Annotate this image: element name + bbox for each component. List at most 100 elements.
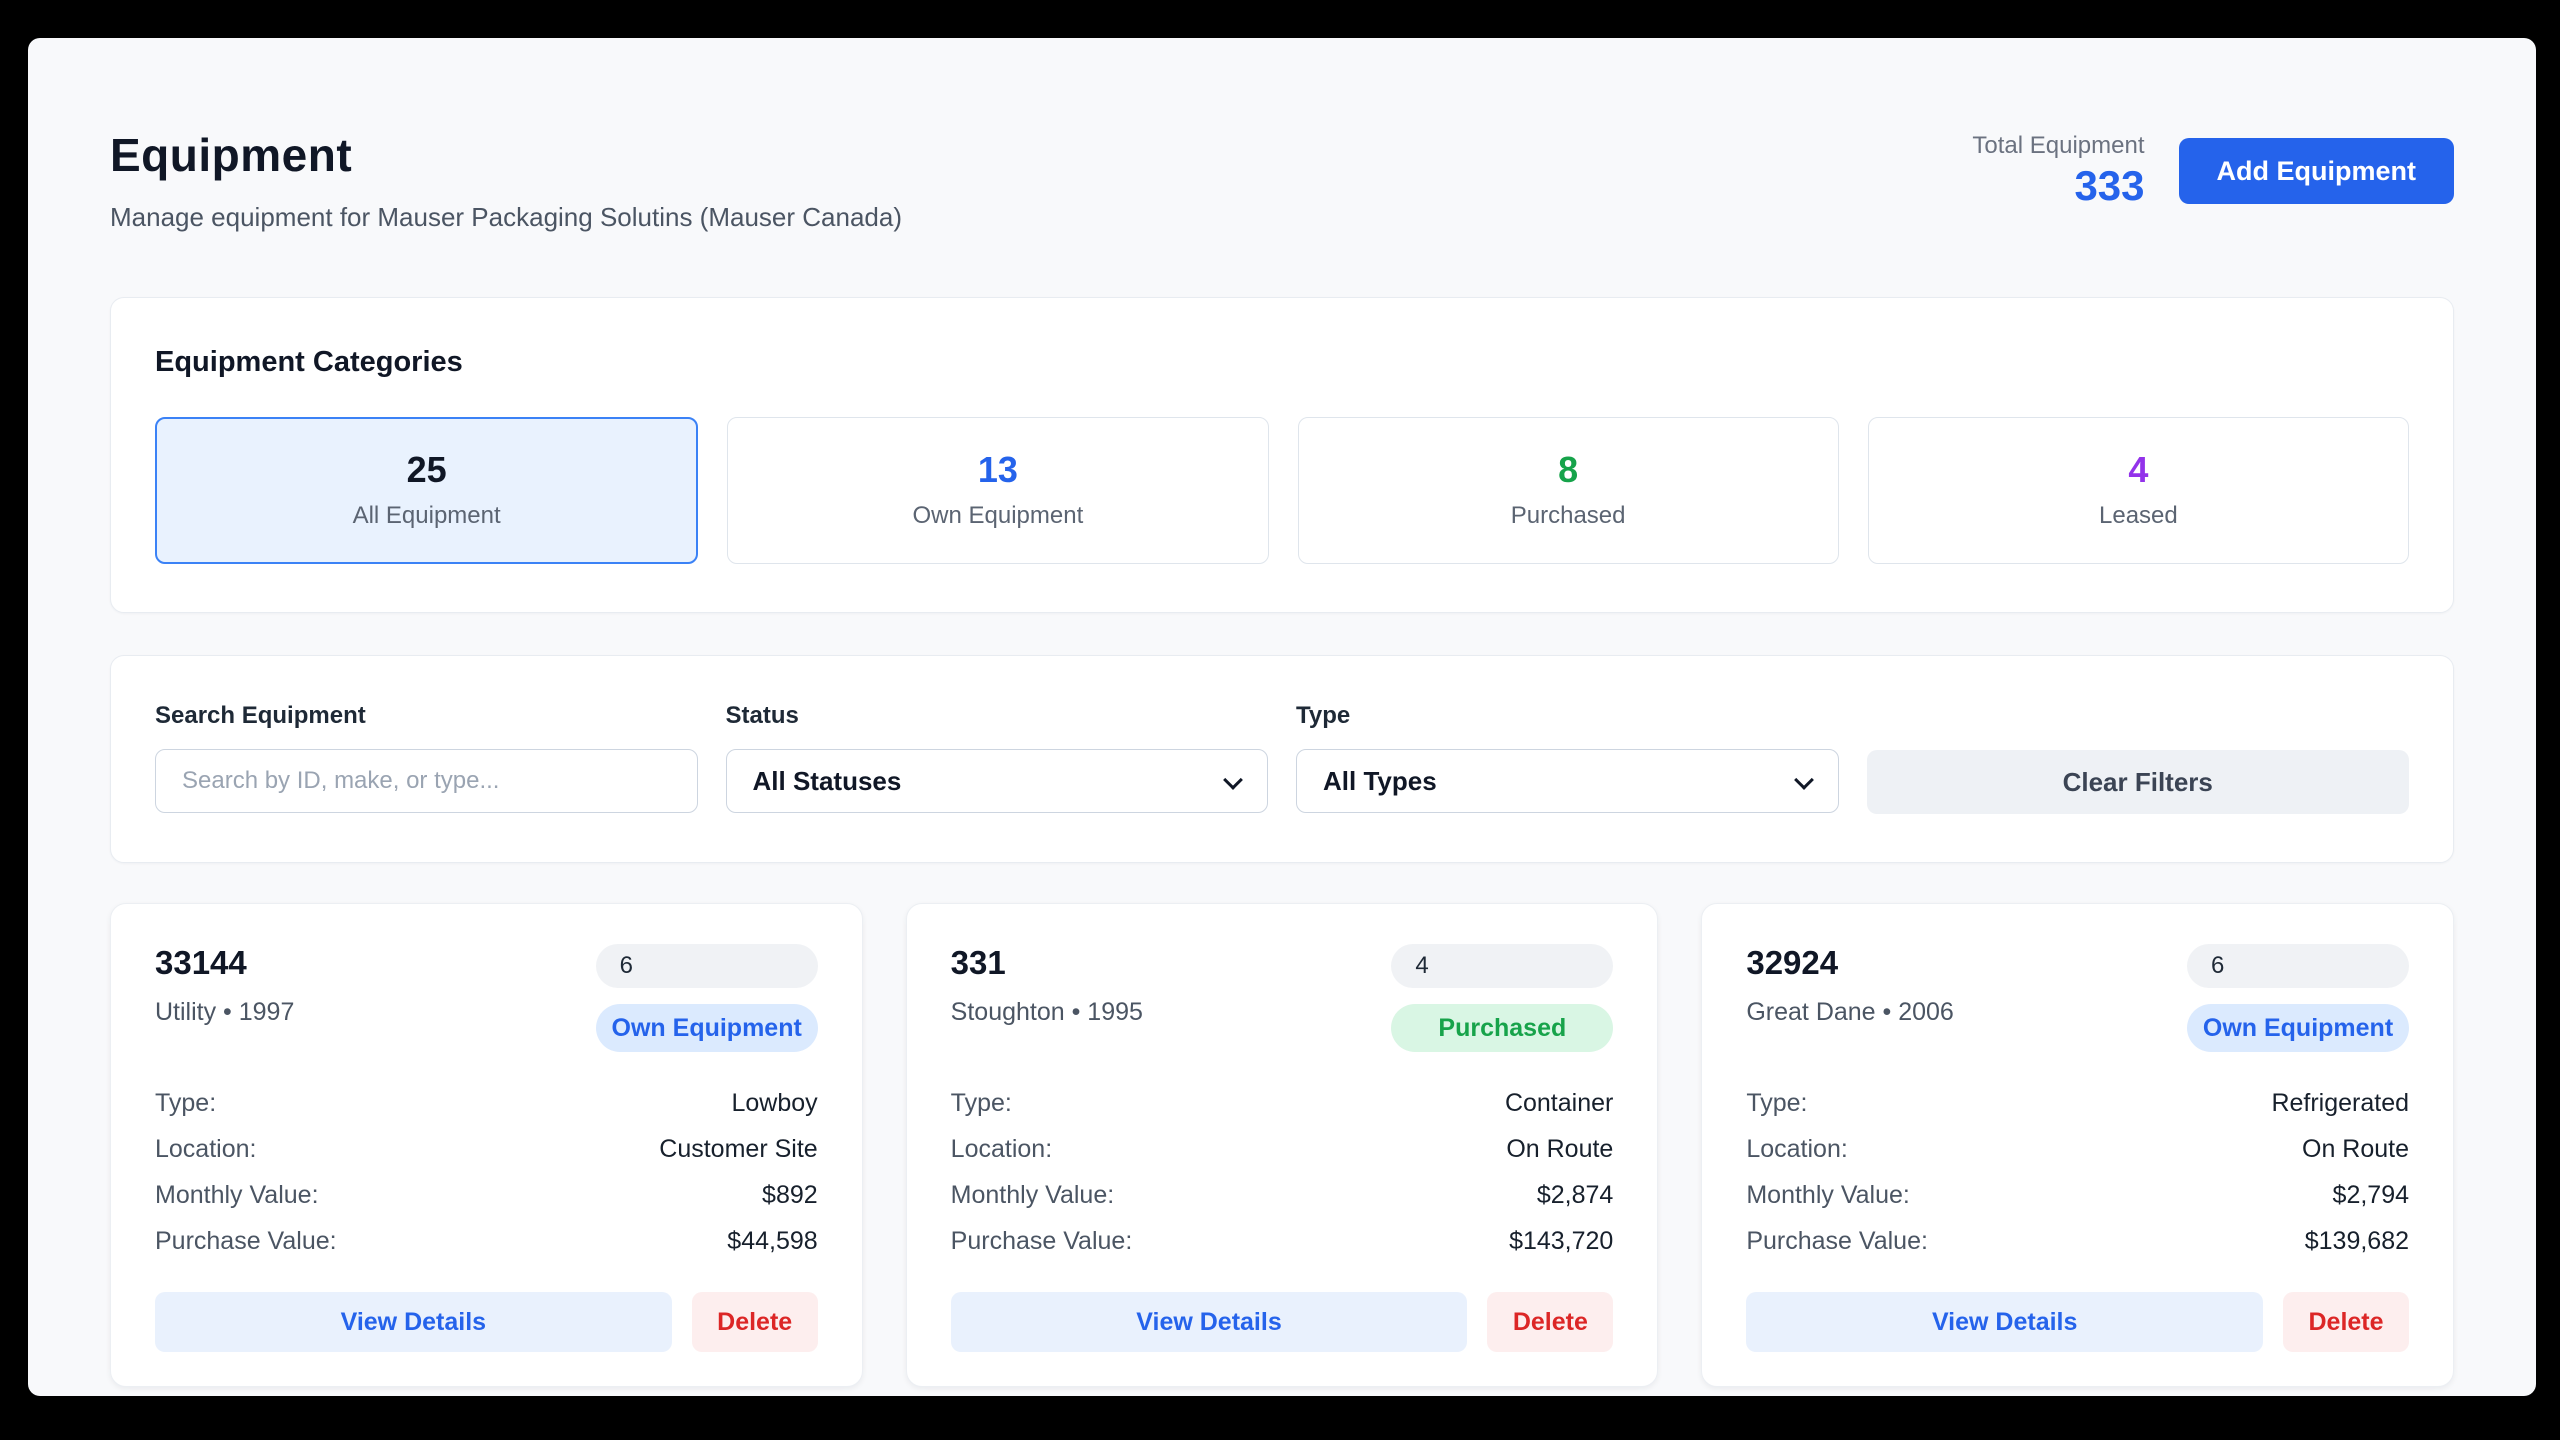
status-select-wrap: All Statuses	[726, 749, 1269, 813]
category-card-own-equipment[interactable]: 13 Own Equipment	[727, 417, 1268, 564]
equipment-card-header: 33144 Utility • 1997 6 Own Equipment	[155, 944, 818, 1052]
status-badge: Purchased	[1391, 1004, 1613, 1052]
detail-row-purchase-value: Purchase Value: $44,598	[155, 1226, 818, 1256]
detail-label: Monthly Value:	[155, 1180, 319, 1210]
view-details-button[interactable]: View Details	[1746, 1292, 2263, 1352]
page-header: Equipment Manage equipment for Mauser Pa…	[110, 128, 2454, 233]
category-label: Purchased	[1511, 502, 1626, 530]
type-select-wrap: All Types	[1296, 749, 1839, 813]
equipment-card: 33144 Utility • 1997 6 Own Equipment Typ…	[110, 903, 863, 1387]
delete-button[interactable]: Delete	[2283, 1292, 2409, 1352]
equipment-card-title-block: 331 Stoughton • 1995	[951, 944, 1143, 1052]
category-count: 25	[407, 452, 447, 488]
detail-value: $892	[762, 1180, 818, 1210]
detail-value: On Route	[1506, 1134, 1613, 1164]
detail-value: $2,794	[2333, 1180, 2409, 1210]
detail-value: Lowboy	[732, 1088, 818, 1118]
type-filter-column: Type All Types	[1296, 702, 1839, 814]
detail-label: Purchase Value:	[1746, 1226, 1928, 1256]
status-select[interactable]: All Statuses	[726, 749, 1269, 813]
category-count: 4	[2128, 452, 2148, 488]
equipment-categories-panel: Equipment Categories 25 All Equipment 13…	[110, 297, 2454, 613]
category-label: Own Equipment	[912, 502, 1083, 530]
page-title: Equipment	[110, 128, 902, 182]
page-subtitle: Manage equipment for Mauser Packaging So…	[110, 202, 902, 233]
delete-button[interactable]: Delete	[1487, 1292, 1613, 1352]
count-badge: 4	[1391, 944, 1613, 988]
category-card-all-equipment[interactable]: 25 All Equipment	[155, 417, 698, 564]
category-card-leased[interactable]: 4 Leased	[1868, 417, 2409, 564]
equipment-detail-rows: Type: Container Location: On Route Month…	[951, 1088, 1614, 1256]
view-details-button[interactable]: View Details	[155, 1292, 672, 1352]
detail-value: $2,874	[1537, 1180, 1613, 1210]
page-header-right: Total Equipment 333 Add Equipment	[1972, 132, 2454, 210]
status-badge: Own Equipment	[596, 1004, 818, 1052]
page-header-left: Equipment Manage equipment for Mauser Pa…	[110, 128, 902, 233]
category-count: 8	[1558, 452, 1578, 488]
equipment-badges: 6 Own Equipment	[2187, 944, 2409, 1052]
equipment-id: 331	[951, 944, 1143, 982]
detail-row-location: Location: On Route	[951, 1134, 1614, 1164]
detail-row-type: Type: Refrigerated	[1746, 1088, 2409, 1118]
detail-row-monthly-value: Monthly Value: $2,874	[951, 1180, 1614, 1210]
detail-value: Refrigerated	[2271, 1088, 2409, 1118]
equipment-card: 32924 Great Dane • 2006 6 Own Equipment …	[1701, 903, 2454, 1387]
detail-label: Location:	[951, 1134, 1052, 1164]
detail-label: Type:	[155, 1088, 216, 1118]
search-input[interactable]	[155, 749, 698, 813]
view-details-button[interactable]: View Details	[951, 1292, 1468, 1352]
category-card-purchased[interactable]: 8 Purchased	[1298, 417, 1839, 564]
detail-value: Customer Site	[659, 1134, 817, 1164]
detail-label: Purchase Value:	[951, 1226, 1133, 1256]
detail-row-location: Location: Customer Site	[155, 1134, 818, 1164]
equipment-detail-rows: Type: Refrigerated Location: On Route Mo…	[1746, 1088, 2409, 1256]
total-equipment-stat: Total Equipment 333	[1972, 132, 2144, 210]
equipment-id: 33144	[155, 944, 294, 982]
detail-value: $143,720	[1509, 1226, 1613, 1256]
category-cards-row: 25 All Equipment 13 Own Equipment 8 Purc…	[155, 417, 2409, 564]
status-label: Status	[726, 702, 1269, 730]
equipment-card-actions: View Details Delete	[155, 1292, 818, 1352]
filters-panel: Search Equipment Status All Statuses Typ…	[110, 655, 2454, 863]
detail-label: Type:	[1746, 1088, 1807, 1118]
equipment-id: 32924	[1746, 944, 1954, 982]
categories-heading: Equipment Categories	[155, 346, 2409, 379]
detail-row-purchase-value: Purchase Value: $139,682	[1746, 1226, 2409, 1256]
detail-value: $139,682	[2305, 1226, 2409, 1256]
category-label: Leased	[2099, 502, 2178, 530]
status-badge: Own Equipment	[2187, 1004, 2409, 1052]
equipment-card-header: 331 Stoughton • 1995 4 Purchased	[951, 944, 1614, 1052]
detail-row-type: Type: Container	[951, 1088, 1614, 1118]
equipment-detail-rows: Type: Lowboy Location: Customer Site Mon…	[155, 1088, 818, 1256]
equipment-page: Equipment Manage equipment for Mauser Pa…	[28, 38, 2536, 1396]
equipment-badges: 4 Purchased	[1391, 944, 1613, 1052]
detail-row-monthly-value: Monthly Value: $892	[155, 1180, 818, 1210]
type-select[interactable]: All Types	[1296, 749, 1839, 813]
equipment-card-title-block: 33144 Utility • 1997	[155, 944, 294, 1052]
equipment-badges: 6 Own Equipment	[596, 944, 818, 1052]
equipment-subtitle: Utility • 1997	[155, 998, 294, 1027]
equipment-card-title-block: 32924 Great Dane • 2006	[1746, 944, 1954, 1052]
detail-row-location: Location: On Route	[1746, 1134, 2409, 1164]
detail-value: Container	[1505, 1088, 1613, 1118]
status-filter-column: Status All Statuses	[726, 702, 1269, 814]
category-label: All Equipment	[353, 502, 501, 530]
add-equipment-button[interactable]: Add Equipment	[2179, 138, 2454, 204]
total-equipment-value: 333	[1972, 162, 2144, 210]
detail-label: Location:	[155, 1134, 256, 1164]
detail-label: Location:	[1746, 1134, 1847, 1164]
total-equipment-label: Total Equipment	[1972, 132, 2144, 160]
equipment-card-header: 32924 Great Dane • 2006 6 Own Equipment	[1746, 944, 2409, 1052]
clear-filters-column: Clear Filters	[1867, 702, 2410, 814]
delete-button[interactable]: Delete	[692, 1292, 818, 1352]
search-filter-column: Search Equipment	[155, 702, 698, 814]
detail-label: Type:	[951, 1088, 1012, 1118]
count-badge: 6	[596, 944, 818, 988]
detail-value: $44,598	[727, 1226, 817, 1256]
detail-value: On Route	[2302, 1134, 2409, 1164]
search-equipment-label: Search Equipment	[155, 702, 698, 730]
equipment-cards-grid: 33144 Utility • 1997 6 Own Equipment Typ…	[110, 903, 2454, 1387]
detail-row-monthly-value: Monthly Value: $2,794	[1746, 1180, 2409, 1210]
clear-filters-button[interactable]: Clear Filters	[1867, 750, 2410, 814]
equipment-card-actions: View Details Delete	[951, 1292, 1614, 1352]
